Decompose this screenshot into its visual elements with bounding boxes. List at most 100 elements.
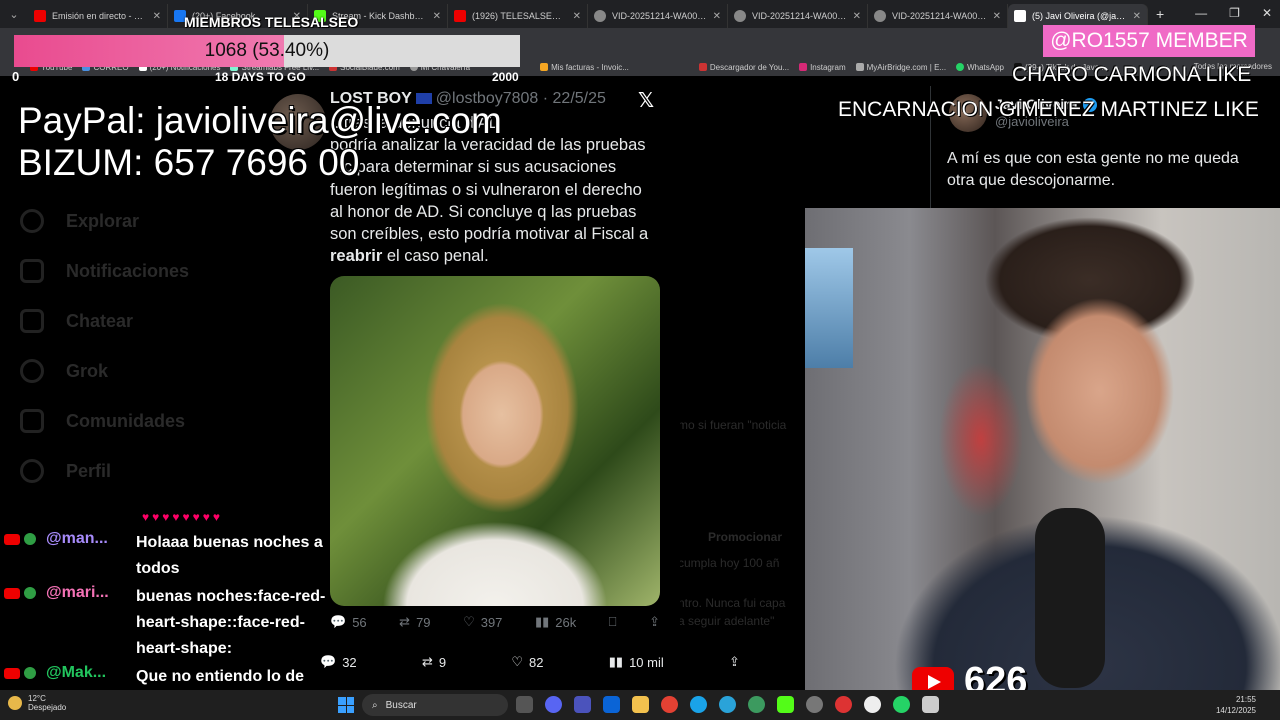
youtube-icon: [4, 534, 20, 545]
discord-icon[interactable]: [545, 696, 562, 713]
views-button[interactable]: ▮▮ 26k: [535, 614, 576, 630]
bar-chart-icon: ▮▮: [534, 614, 550, 629]
kick-icon[interactable]: [777, 696, 794, 713]
taskbar-search[interactable]: ⌕ Buscar: [362, 694, 508, 716]
search-icon: [20, 209, 44, 233]
browser-icon[interactable]: [748, 696, 765, 713]
chat-emotes: ♥♥♥♥♥♥♥♥: [142, 510, 223, 524]
share-button[interactable]: ⇪: [649, 614, 660, 630]
bookmark-button[interactable]: ⎕: [609, 614, 617, 630]
grok-icon: [20, 359, 44, 383]
feed-background-text: ...a seguir adelante": [668, 614, 775, 628]
close-icon[interactable]: ✕: [713, 11, 721, 22]
sidebar-item-explorar[interactable]: Explorar: [20, 196, 189, 246]
teams-icon[interactable]: [574, 696, 591, 713]
x-logo-icon: 𝕏: [638, 90, 655, 112]
tweet-photo[interactable]: [330, 276, 660, 606]
chat-message: @man... Holaaa buenas noches a todos: [4, 530, 341, 582]
outlook-icon[interactable]: [603, 696, 620, 713]
chrome-icon[interactable]: [661, 696, 678, 713]
new-member-alert: @RO1557 MEMBER: [1043, 25, 1255, 57]
tab-telesalseo[interactable]: (1926) TELESALSEO THE... ✕: [448, 4, 588, 28]
edge-icon[interactable]: [690, 696, 707, 713]
feed-background-text: ...ntro. Nunca fui capa: [668, 596, 786, 610]
close-icon[interactable]: ✕: [993, 11, 1001, 22]
telegram-icon[interactable]: [719, 696, 736, 713]
bell-icon: [20, 259, 44, 283]
tab-title: VID-20251214-WA0013(1)...: [612, 11, 707, 21]
maximize-icon[interactable]: ❐: [1229, 6, 1240, 20]
whatsapp-icon: [956, 63, 965, 71]
app-icon[interactable]: [835, 696, 852, 713]
sidebar-item-comunidades[interactable]: Comunidades: [20, 396, 189, 446]
feed-background-text: Promocionar: [708, 530, 783, 544]
task-view-icon[interactable]: [516, 696, 533, 713]
close-icon[interactable]: ✕: [1133, 11, 1141, 22]
bar-chart-icon: ▮▮: [608, 654, 624, 669]
chat-text: Holaaa buenas noches a todos: [136, 534, 323, 577]
app-icon[interactable]: [864, 696, 881, 713]
youtube-icon: [4, 668, 20, 679]
close-icon[interactable]: ✕: [853, 11, 861, 22]
tab-video-13[interactable]: VID-20251214-WA0013(1)... ✕: [588, 4, 728, 28]
bookmark-item[interactable]: MyAirBridge.com | E...: [855, 63, 946, 72]
search-icon: ⌕: [372, 699, 378, 711]
microphone: [1035, 508, 1105, 688]
app-icon[interactable]: [922, 696, 939, 713]
tab-search-icon[interactable]: ⌄: [0, 0, 28, 28]
repost-button[interactable]: ⇄ 9: [422, 654, 446, 670]
youtube-icon: [4, 588, 20, 599]
clock[interactable]: 21:55 14/12/2025: [1216, 694, 1256, 716]
bookmark-item[interactable]: WhatsApp: [956, 63, 1004, 72]
sidebar-item-notificaciones[interactable]: Notificaciones: [20, 246, 189, 296]
tab-title: Emisión en directo - YouTube: [52, 11, 147, 21]
separator: ·: [538, 90, 553, 107]
obs-icon[interactable]: [806, 696, 823, 713]
bookmark-item[interactable]: Descargador de You...: [698, 63, 789, 72]
close-window-icon[interactable]: ✕: [1262, 6, 1272, 20]
repost-icon: ⇄: [399, 614, 411, 629]
bookmark-item[interactable]: Instagram: [799, 63, 846, 72]
close-icon[interactable]: ✕: [153, 11, 161, 22]
like-button[interactable]: ♡ 82: [511, 654, 543, 670]
member-badge-icon: [24, 587, 36, 599]
weather-widget[interactable]: 12°C Despejado: [8, 694, 66, 712]
goal-progress-text: 1068 (53.40%): [204, 40, 330, 61]
screen: ⌄ Emisión en directo - YouTube✕ (20+) Fa…: [0, 0, 1280, 720]
globe-icon: [874, 10, 886, 22]
goal-days-left: 18 DAYS TO GO: [215, 70, 306, 84]
views-button[interactable]: ▮▮ 10 mil: [609, 654, 664, 670]
webcam-feed: [805, 208, 1280, 690]
close-icon[interactable]: ✕: [433, 11, 441, 22]
download-icon: [698, 63, 707, 71]
globe-icon: [594, 10, 606, 22]
share-button[interactable]: ⇪: [729, 654, 740, 670]
parent-tweet-actions: 💬 32 ⇄ 9 ♡ 82 ▮▮ 10 mil ⇪: [320, 654, 740, 670]
sidebar-item-chatear[interactable]: Chatear: [20, 296, 189, 346]
tab-video-17[interactable]: VID-20251214-WA0017(1)... ✕: [868, 4, 1008, 28]
goal-min: 0: [12, 69, 20, 84]
tab-video-15[interactable]: VID-20251214-WA0015(1)... ✕: [728, 4, 868, 28]
tab-youtube[interactable]: Emisión en directo - YouTube ✕: [28, 4, 168, 28]
whatsapp-icon[interactable]: [893, 696, 910, 713]
like-button[interactable]: ♡ 397: [463, 614, 502, 630]
close-icon[interactable]: ✕: [573, 11, 581, 22]
bookmark-item[interactable]: Mis facturas - Invoic...: [540, 63, 629, 72]
repost-button[interactable]: ⇄ 79: [399, 614, 430, 630]
windows-start-icon[interactable]: [338, 697, 354, 713]
chat-username: @mari...: [46, 584, 109, 601]
new-tab-button[interactable]: +: [1156, 6, 1164, 22]
file-explorer-icon[interactable]: [632, 696, 649, 713]
sidebar-item-perfil[interactable]: Perfil: [20, 446, 189, 496]
chat-username: @Mak...: [46, 664, 107, 681]
feed-background-text: ...mo si fueran "noticia: [668, 418, 787, 432]
x-sidebar: Explorar Notificaciones Chatear Grok Com…: [20, 196, 189, 496]
members-goal-bar: 1068 (53.40%): [14, 35, 520, 67]
tweet-date[interactable]: 22/5/25: [553, 90, 606, 107]
tab-title: (1926) TELESALSEO THE...: [472, 11, 567, 21]
heart-icon: ♡: [463, 614, 475, 629]
sidebar-item-grok[interactable]: Grok: [20, 346, 189, 396]
taskbar-apps: [516, 696, 939, 713]
minimize-icon[interactable]: —: [1195, 6, 1207, 20]
heart-icon: ♡: [511, 654, 524, 669]
